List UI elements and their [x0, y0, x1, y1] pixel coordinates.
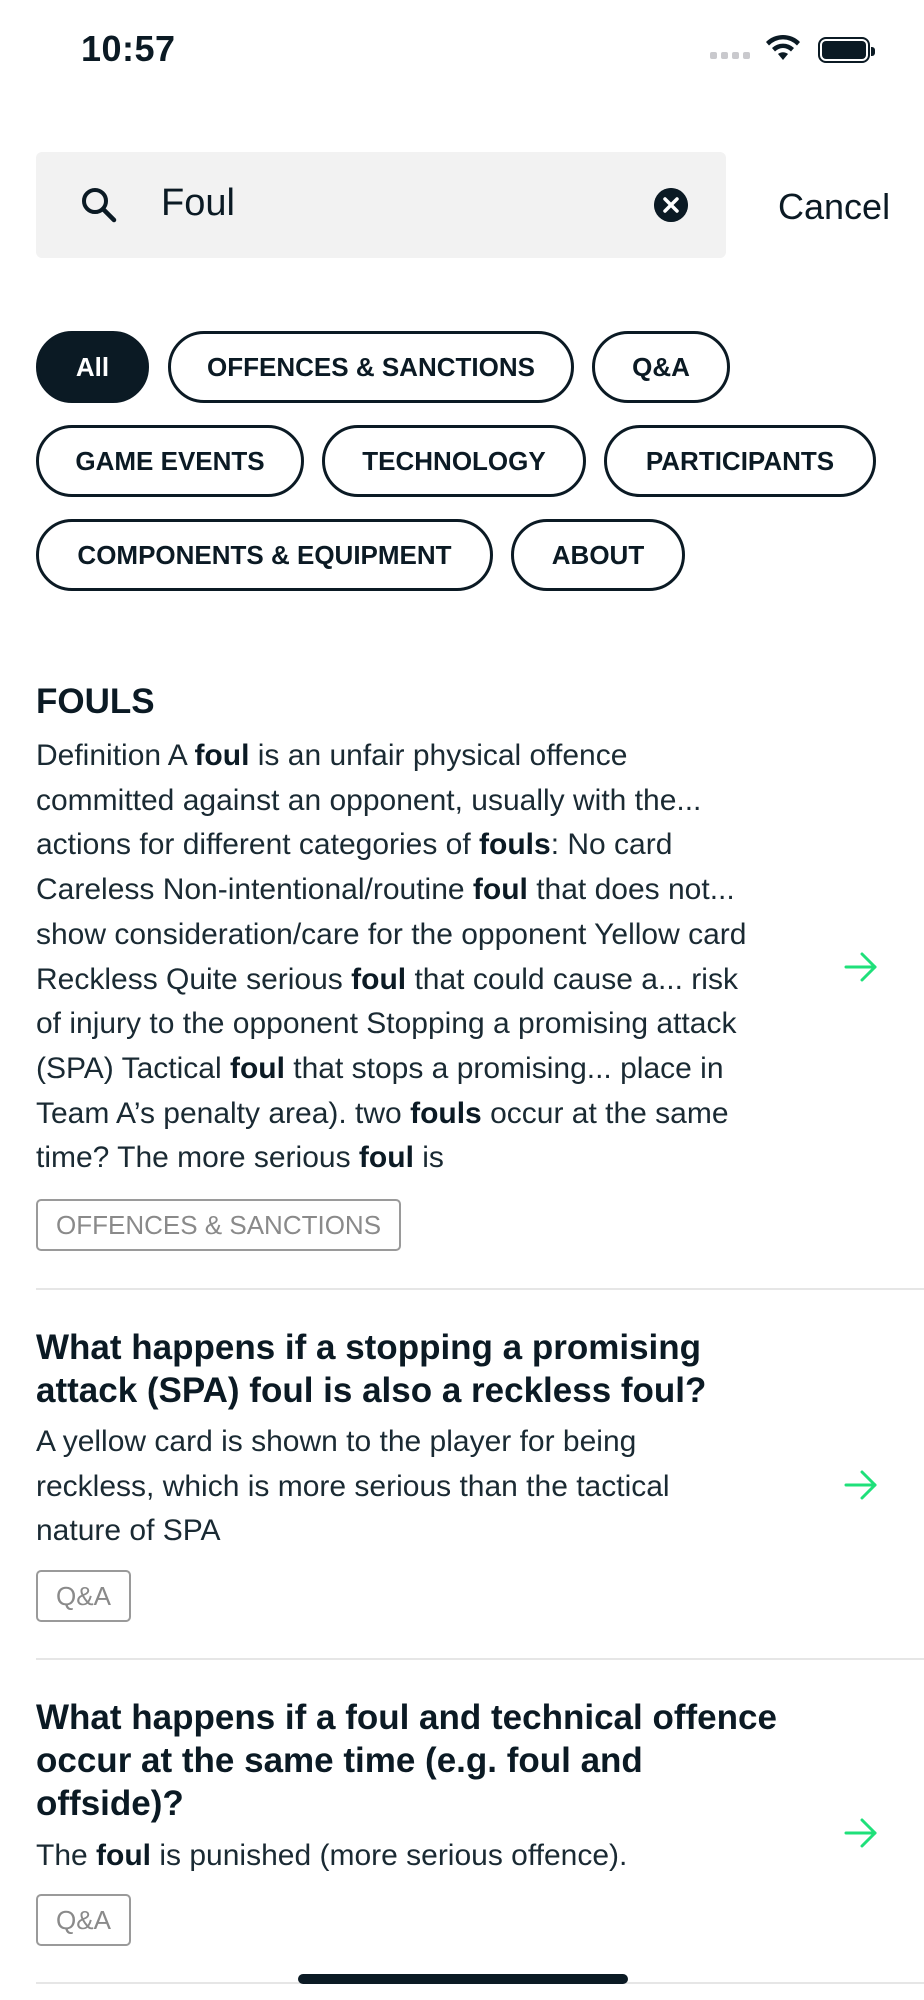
home-indicator	[298, 1974, 628, 1984]
arrow-right-icon[interactable]	[844, 1818, 878, 1848]
snippet-line: nature of SPA	[36, 1509, 806, 1554]
search-result-qa-foul-offside[interactable]: What happens if a foul and technical off…	[36, 1658, 924, 1984]
snippet-line: (SPA) Tactical foul that stops a promisi…	[36, 1047, 806, 1092]
status-bar: 10:57	[0, 0, 924, 100]
snippet-line: Careless Non-intentional/routine foul th…	[36, 868, 806, 913]
highlighted-match: fouls	[479, 828, 551, 862]
snippet-text: is punished (more serious offence).	[151, 1839, 628, 1872]
highlighted-match: foul	[358, 1141, 414, 1175]
highlighted-match: foul	[472, 873, 528, 907]
highlighted-match: foul	[351, 962, 407, 996]
snippet-text: time? The more serious	[36, 1141, 359, 1175]
result-title-line: What happens if a stopping a promising	[36, 1328, 702, 1367]
snippet-text: occur at the same	[481, 1096, 729, 1130]
status-time: 10:57	[81, 28, 176, 69]
category-tag: OFFENCES & SANCTIONS	[36, 1199, 402, 1251]
snippet-line: reckless, which is more serious than the…	[36, 1465, 806, 1510]
result-snippet: A yellow card is shown to the player for…	[36, 1420, 806, 1554]
snippet-text: actions for different categories of	[36, 828, 480, 862]
result-snippet: The foul is punished (more serious offen…	[36, 1834, 806, 1879]
snippet-line: committed against an opponent, usually w…	[36, 779, 806, 824]
snippet-text: reckless, which is more serious than the…	[36, 1469, 670, 1503]
snippet-text: (SPA) Tactical	[36, 1051, 230, 1085]
filter-chip-game-events[interactable]: GAME EVENTS	[36, 425, 304, 497]
filter-chip-participants[interactable]: PARTICIPANTS	[604, 425, 876, 497]
snippet-text: is	[413, 1141, 444, 1175]
snippet-text: is an unfair physical offence	[249, 739, 628, 772]
search-result-fouls[interactable]: FOULS Definition A foul is an unfair phy…	[36, 680, 924, 1290]
highlighted-match: foul	[229, 1051, 285, 1085]
snippet-text: Definition A	[36, 739, 195, 772]
search-field[interactable]: Foul	[36, 152, 726, 258]
snippet-line: Definition A foul is an unfair physical …	[36, 734, 806, 779]
snippet-line: Team A’s penalty area). two fouls occur …	[36, 1092, 806, 1137]
result-snippet: Definition A foul is an unfair physical …	[36, 734, 806, 1181]
highlighted-match: foul	[96, 1839, 152, 1872]
snippet-text: show consideration/care for the opponent…	[36, 917, 747, 951]
snippet-line: of injury to the opponent Stopping a pro…	[36, 1002, 806, 1047]
result-title-line: attack (SPA) foul is also a reckless fou…	[36, 1371, 707, 1410]
filter-chip-technology[interactable]: TECHNOLOGY	[322, 425, 586, 497]
highlighted-match: foul	[194, 739, 250, 772]
snippet-text: that does not...	[527, 873, 735, 907]
snippet-text: that could cause a... risk	[406, 962, 738, 996]
snippet-line: Reckless Quite serious foul that could c…	[36, 958, 806, 1003]
snippet-text: A yellow card is shown to the player for…	[36, 1425, 637, 1458]
snippet-text: of injury to the opponent Stopping a pro…	[36, 1007, 737, 1041]
snippet-text: Reckless Quite serious	[36, 962, 352, 996]
result-title: What happens if a foul and technical off…	[36, 1696, 806, 1825]
snippet-text: Team A’s penalty area). two	[36, 1096, 411, 1130]
arrow-right-icon[interactable]	[844, 952, 878, 982]
result-title-line: What happens if a foul and technical off…	[36, 1698, 777, 1737]
filter-chip-offences-sanctions[interactable]: OFFENCES & SANCTIONS	[168, 331, 574, 403]
snippet-line: The foul is punished (more serious offen…	[36, 1834, 806, 1879]
result-title: What happens if a stopping a promising a…	[36, 1326, 806, 1412]
snippet-text: that stops a promising... place in	[284, 1051, 724, 1085]
clear-icon[interactable]	[654, 188, 688, 222]
arrow-right-icon[interactable]	[844, 1470, 878, 1500]
filter-chip-components-equipment[interactable]: COMPONENTS & EQUIPMENT	[36, 519, 493, 591]
filter-chip-all[interactable]: All	[36, 331, 149, 403]
filter-chip-about[interactable]: ABOUT	[511, 519, 685, 591]
snippet-text: Careless Non-intentional/routine	[36, 873, 473, 907]
search-result-qa-spa[interactable]: What happens if a stopping a promising a…	[36, 1288, 924, 1660]
cancel-button[interactable]: Cancel	[778, 186, 890, 228]
snippet-line: show consideration/care for the opponent…	[36, 913, 806, 958]
highlighted-match: fouls	[410, 1096, 482, 1130]
snippet-text: committed against an opponent, usually w…	[36, 783, 702, 817]
battery-icon	[818, 37, 875, 63]
cellular-signal-icon	[710, 52, 750, 59]
snippet-text: The	[36, 1839, 97, 1872]
filter-chip-qa[interactable]: Q&A	[592, 331, 730, 403]
wifi-icon	[766, 34, 800, 60]
result-title: FOULS	[36, 682, 155, 721]
snippet-text: : No card	[550, 828, 673, 862]
search-icon	[82, 188, 117, 223]
result-title-line: occur at the same time (e.g. foul and	[36, 1741, 643, 1780]
snippet-line: A yellow card is shown to the player for…	[36, 1420, 806, 1465]
snippet-line: time? The more serious foul is	[36, 1136, 806, 1181]
category-tag: Q&A	[36, 1894, 131, 1946]
snippet-text: nature of SPA	[36, 1514, 221, 1548]
search-input[interactable]: Foul	[161, 182, 235, 225]
snippet-line: actions for different categories of foul…	[36, 823, 806, 868]
result-title-line: offside)?	[36, 1784, 184, 1823]
category-tag: Q&A	[36, 1570, 131, 1622]
